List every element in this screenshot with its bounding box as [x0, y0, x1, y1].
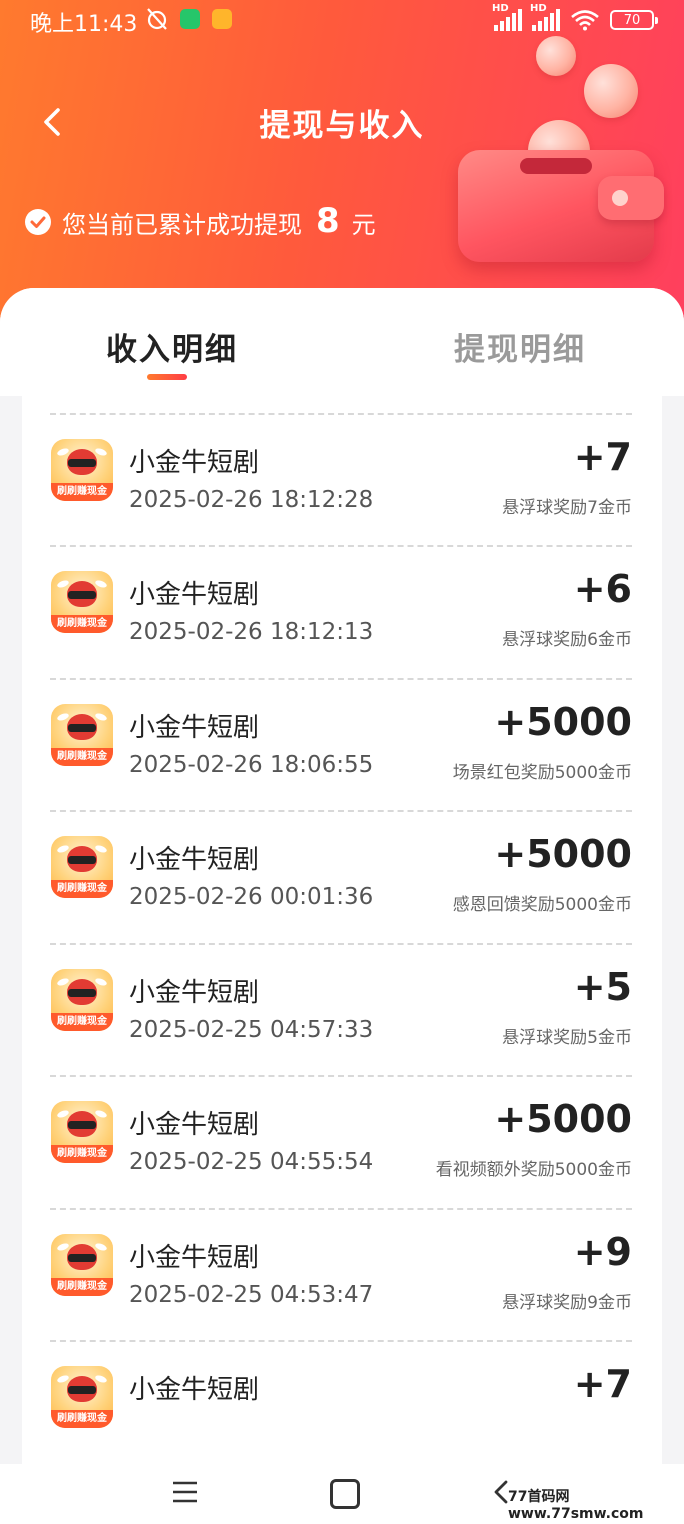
record-description: 看视频额外奖励5000金币: [435, 1160, 632, 1180]
record-app-name: 小金牛短剧: [129, 712, 260, 743]
app-notification-icon: [212, 9, 232, 29]
income-list[interactable]: 刷刷赚现金小金牛短剧2025-02-26 18:34:38+5悬浮球奖励5金币刷…: [22, 396, 662, 1464]
record-time: 2025-02-25 04:55:54: [129, 1149, 374, 1175]
status-indicators: HD HD 70: [492, 3, 658, 34]
record-app-name: 小金牛短剧: [129, 1110, 260, 1140]
withdraw-summary: 您当前已累计成功提现 8 元: [24, 201, 376, 242]
record-time: 2025-02-25 04:53:47: [129, 1281, 374, 1308]
record-description: 悬浮球奖励7金币: [502, 497, 632, 518]
alarm-off-icon: [147, 8, 167, 30]
status-bar: 晚上11:43 HD HD 70: [0, 0, 684, 40]
income-record-row[interactable]: 刷刷赚现金 小金牛短剧 2025-02-25 04:55:54 +5000 看视频额外奖…: [22, 1077, 662, 1210]
income-record-row[interactable]: 刷刷赚现金 小金牛短剧 2025-02-25 04:53:47 +9 悬浮球奖励9金币: [22, 1210, 662, 1342]
record-app-name: 小金牛短剧: [129, 1242, 260, 1273]
record-amount: +5000: [494, 699, 632, 744]
income-record-row[interactable]: 刷刷赚现金小金牛短剧2025-02-26 18:34:38+5悬浮球奖励5金币: [22, 396, 662, 415]
app-logo-banner: 刷刷赚现金: [51, 1145, 113, 1163]
battery-icon: 70: [610, 10, 658, 30]
income-record-row[interactable]: 刷刷赚现金 小金牛短剧 2025-02-26 18:12:28 +7 悬浮球奖励7金币: [22, 415, 662, 547]
check-circle-icon: [25, 209, 51, 235]
signal-icon: HD: [492, 3, 522, 31]
app-logo-banner: 刷刷赚现金: [51, 747, 113, 766]
record-time: 2025-02-25 04:57:33: [129, 1016, 374, 1043]
record-app-name: 小金牛短剧: [129, 845, 260, 875]
app-logo-icon: 刷刷赚现金: [51, 836, 113, 898]
summary-amount: 8: [316, 201, 340, 241]
app-logo-icon: 刷刷赚现金: [51, 571, 113, 633]
summary-unit: 元: [351, 210, 376, 239]
wallet-flap: [598, 176, 664, 220]
status-time: 晚上11:43: [30, 12, 138, 37]
watermark-text: 77首码网 www.77smw.com: [508, 1489, 644, 1522]
menu-icon[interactable]: [172, 1480, 198, 1504]
record-time: 2025-02-26 18:12:13: [129, 619, 374, 645]
wallet-clasp: [612, 190, 628, 206]
app-logo-banner: 刷刷赚现金: [51, 880, 113, 898]
app-logo-icon: 刷刷赚现金: [51, 438, 113, 501]
record-description: 场景红包奖励5000金币: [452, 762, 632, 783]
record-description: 悬浮球奖励5金币: [502, 1027, 632, 1048]
coin-icon: [584, 64, 638, 118]
summary-text: 您当前已累计成功提现: [62, 210, 302, 239]
record-app-name: 小金牛短剧: [129, 977, 260, 1008]
app-logo-banner: 刷刷赚现金: [51, 1277, 113, 1296]
income-record-row[interactable]: 刷刷赚现金 小金牛短剧 2025-02-26 18:06:55 +5000 场景红包奖励…: [22, 680, 662, 812]
record-description: 悬浮球奖励9金币: [502, 1292, 632, 1313]
app-logo-banner: 刷刷赚现金: [51, 615, 113, 633]
wifi-icon: [571, 10, 599, 31]
iqiyi-app-icon: [180, 9, 200, 29]
tab-income-details[interactable]: 收入明细: [106, 324, 238, 369]
income-record-row[interactable]: 刷刷赚现金 小金牛短剧 2025-02-26 00:01:36 +5000 感恩回馈奖励…: [22, 812, 662, 945]
record-description: 悬浮球奖励6金币: [502, 630, 632, 650]
system-nav-bar: 77首码网 www.77smw.com: [0, 1464, 684, 1524]
app-logo-icon: 刷刷赚现金: [51, 1101, 113, 1163]
record-amount: +7: [573, 1362, 632, 1406]
income-record-row[interactable]: 刷刷赚现金 小金牛短剧 2025-02-26 18:12:13 +6 悬浮球奖励6金币: [22, 547, 662, 680]
app-logo-icon: 刷刷赚现金: [51, 703, 113, 766]
home-icon[interactable]: [330, 1479, 360, 1509]
record-time: 2025-02-26 18:12:28: [129, 486, 374, 513]
record-app-name: 小金牛短剧: [129, 1375, 260, 1405]
app-logo-icon: 刷刷赚现金: [51, 968, 113, 1031]
wallet-slot: [520, 158, 592, 174]
record-app-name: 小金牛短剧: [129, 447, 260, 478]
record-amount: +7: [573, 434, 632, 479]
income-list-scroll: 刷刷赚现金小金牛短剧2025-02-26 18:34:38+5悬浮球奖励5金币刷…: [22, 396, 662, 1464]
record-amount: +5000: [494, 1097, 632, 1141]
app-logo-icon: 刷刷赚现金: [51, 1366, 113, 1428]
record-description: 感恩回馈奖励5000金币: [452, 895, 632, 915]
income-record-row[interactable]: 刷刷赚现金 小金牛短剧 2025-02-25 04:57:33 +5 悬浮球奖励5金币: [22, 945, 662, 1077]
tab-withdraw-details[interactable]: 提现明细: [454, 324, 586, 369]
app-logo-banner: 刷刷赚现金: [51, 1012, 113, 1031]
tab-bar: 收入明细 提现明细: [0, 288, 684, 396]
record-app-name: 小金牛短剧: [129, 580, 260, 610]
records-panel: 收入明细 提现明细 刷刷赚现金小金牛短剧2025-02-26 18:34:38+…: [0, 288, 684, 1464]
record-time: 2025-02-26 00:01:36: [129, 884, 374, 910]
battery-level: 70: [623, 12, 641, 28]
record-amount: +9: [573, 1229, 632, 1274]
active-tab-indicator: [147, 374, 187, 380]
signal-icon: HD: [530, 3, 560, 31]
app-logo-banner: 刷刷赚现金: [51, 1410, 113, 1428]
record-amount: +5: [573, 964, 632, 1009]
app-logo-icon: 刷刷赚现金: [51, 1233, 113, 1296]
app-logo-banner: 刷刷赚现金: [51, 482, 113, 501]
record-time: 2025-02-26 18:06:55: [129, 751, 374, 778]
record-amount: +6: [573, 567, 632, 611]
record-amount: +5000: [494, 832, 632, 876]
coin-icon: [536, 36, 576, 76]
income-record-row[interactable]: 刷刷赚现金 小金牛短剧 +7: [22, 1342, 662, 1464]
